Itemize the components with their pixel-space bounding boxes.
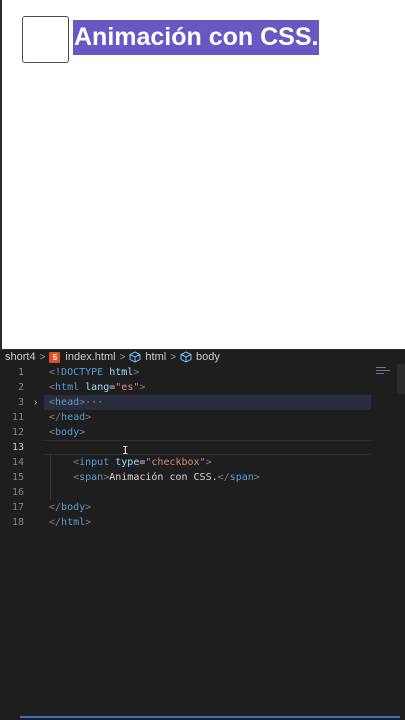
code-token: body xyxy=(55,427,80,438)
demo-label-highlighted: Animación con CSS. xyxy=(73,20,320,55)
code-text: <!DOCTYPE html> xyxy=(49,365,139,380)
demo-checkbox[interactable] xyxy=(22,16,69,63)
code-text: </head> xyxy=(49,410,91,425)
breadcrumb-file[interactable]: 5 index.html xyxy=(49,350,116,365)
code-token: span xyxy=(79,472,104,483)
code-line[interactable]: 3 <head>··· xyxy=(0,395,405,410)
cube-icon xyxy=(129,351,141,363)
scrollbar[interactable] xyxy=(397,364,405,394)
code-token: "es" xyxy=(115,382,140,393)
line-number: 1 xyxy=(17,367,24,378)
breadcrumb-file-label: index.html xyxy=(65,350,116,363)
code-token: input xyxy=(79,457,110,468)
code-line[interactable]: 17 </body> xyxy=(0,500,405,515)
breadcrumb-element-label: body xyxy=(196,350,220,363)
chevron-right-icon: > xyxy=(170,351,177,363)
code-line[interactable]: 1 <!DOCTYPE html> xyxy=(0,365,405,380)
code-token: Animación con CSS. xyxy=(109,472,218,483)
breadcrumb-folder[interactable]: short4 xyxy=(5,350,36,365)
cube-icon xyxy=(180,351,192,363)
code-token: body xyxy=(61,502,86,513)
code-token: head xyxy=(61,412,86,423)
code-token: > xyxy=(253,472,260,483)
line-number: 13 xyxy=(11,442,24,453)
code-token: type xyxy=(115,457,140,468)
horizontal-scrollbar[interactable] xyxy=(20,716,400,718)
text-cursor-icon: I xyxy=(122,444,129,457)
code-token: > xyxy=(85,517,92,528)
html5-icon: 5 xyxy=(49,351,61,363)
code-token: > xyxy=(79,427,86,438)
code-token: !DOCTYPE xyxy=(55,367,104,378)
code-token: lang xyxy=(85,382,110,393)
line-number: 3 xyxy=(17,397,24,408)
code-line[interactable]: 12 <body> xyxy=(0,425,405,440)
code-line[interactable]: 14 <input type="checkbox"> xyxy=(0,455,405,470)
breadcrumb-element-body[interactable]: body xyxy=(180,350,220,365)
code-token: </ xyxy=(49,412,62,423)
line-number: 12 xyxy=(11,427,24,438)
line-number: 2 xyxy=(17,382,24,393)
code-token: > xyxy=(205,457,212,468)
code-token: > xyxy=(85,502,92,513)
code-token: > xyxy=(133,367,140,378)
code-token: "checkbox" xyxy=(145,457,206,468)
code-text: </body> xyxy=(49,500,91,515)
fold-chevron-icon[interactable]: › xyxy=(34,395,37,410)
line-number: 14 xyxy=(11,457,24,468)
line-number: 16 xyxy=(11,487,24,498)
code-text: <head>··· xyxy=(49,395,103,410)
breadcrumb-element-html[interactable]: html xyxy=(129,350,166,365)
code-token: head xyxy=(55,397,80,408)
code-token: span xyxy=(229,472,254,483)
code-text: <body> xyxy=(49,425,85,440)
browser-preview: Animación con CSS. xyxy=(0,0,405,350)
code-token: html xyxy=(61,517,86,528)
code-token: html xyxy=(109,367,134,378)
chevron-right-icon: > xyxy=(39,351,46,363)
code-token: </ xyxy=(49,502,62,513)
code-token: html xyxy=(55,382,80,393)
code-text: </html> xyxy=(49,515,91,530)
code-line[interactable]: 16 xyxy=(0,485,405,500)
line-number: 17 xyxy=(11,502,24,513)
code-line[interactable]: 15 <span>Animación con CSS.</span> xyxy=(0,470,405,485)
breadcrumb: short4 > 5 index.html > html > body xyxy=(0,349,405,364)
code-editor[interactable]: 1 <!DOCTYPE html> 2 <html lang="es"> 3 <head>… xyxy=(0,364,405,720)
code-token: > xyxy=(85,412,92,423)
code-line[interactable]: 2 <html lang="es"> xyxy=(0,380,405,395)
code-token: ··· xyxy=(85,397,104,408)
code-line[interactable]: 18 </html> xyxy=(0,515,405,530)
breadcrumb-element-label: html xyxy=(145,350,167,363)
code-text: <span>Animación con CSS.</span> xyxy=(49,470,260,485)
line-number: 18 xyxy=(11,517,24,528)
code-line[interactable]: 13 xyxy=(0,440,405,455)
line-number: 11 xyxy=(11,412,24,423)
minimap[interactable] xyxy=(376,367,392,375)
code-token: </ xyxy=(49,517,62,528)
code-line[interactable]: 11 </head> xyxy=(0,410,405,425)
line-number: 15 xyxy=(11,472,24,483)
code-token: > xyxy=(139,382,146,393)
code-text: <html lang="es"> xyxy=(49,380,145,395)
chevron-right-icon: > xyxy=(119,351,126,363)
code-text: <input type="checkbox"> xyxy=(49,455,212,470)
code-token: </ xyxy=(217,472,230,483)
